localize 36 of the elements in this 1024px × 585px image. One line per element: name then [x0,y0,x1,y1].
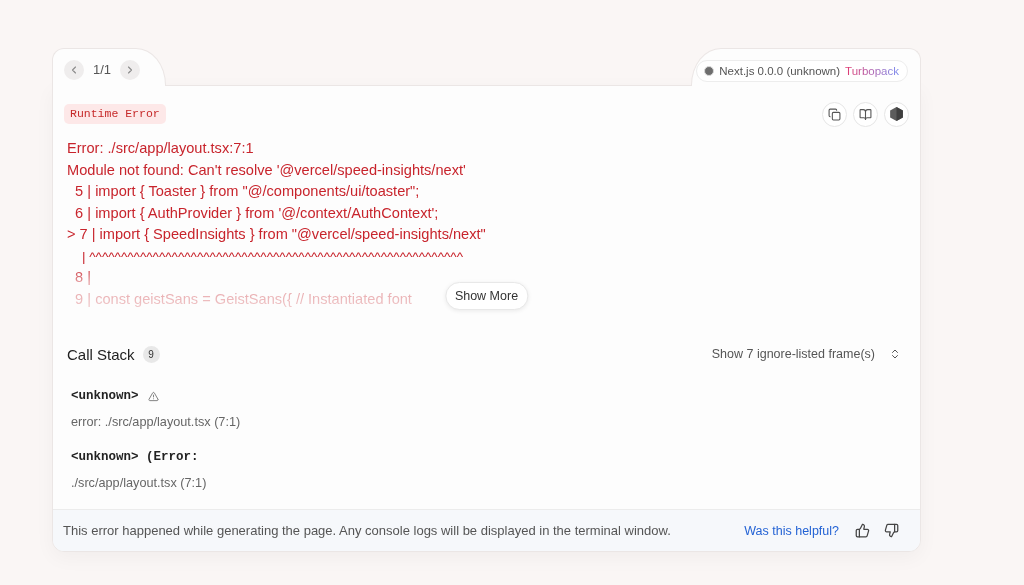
thumbs-down-button[interactable] [882,521,901,540]
call-stack-title: Call Stack [67,345,135,363]
book-icon [859,107,872,121]
frame-count-badge: 9 [142,345,160,363]
footer-note: This error happened while generating the page. Any console logs will be displayed in the terminal window. [63,523,671,538]
code-line: 8 | [74,268,92,287]
copy-button[interactable] [822,101,847,127]
thumbs-down-icon [884,523,899,538]
pager-count: 1/1 [93,61,112,79]
previous-button[interactable] [64,60,84,80]
status-dot-icon [704,66,715,76]
hexagon-button[interactable] [884,101,909,127]
frame-name: <unknown> [71,388,139,405]
code-line: 5 | import { Toaster } from "@/components/ui/toaster"; [74,182,420,201]
code-line: > 7 | import { SpeedInsights } from "@vercel/speed-insights/next" [67,225,486,244]
error-message: Module not found: Can't resolve '@vercel/speed-insights/next' [67,160,466,180]
thumbs-up-button[interactable] [853,521,872,540]
thumbs-up-icon [855,523,870,538]
code-line: 6 | import { AuthProvider } from '@/context/AuthContext'; [74,203,439,223]
docs-button[interactable] [853,101,878,127]
chevron-up-down-icon [889,348,901,360]
hexagon-icon [890,107,903,121]
feedback-prompt: Was this helpful? [744,523,839,538]
code-line: 9 | const geistSans = GeistSans({ // Instantiated font [74,289,412,309]
ignore-listed-toggle[interactable]: Show 7 ignore-listed frame(s) [711,347,901,361]
frame-name: <unknown> (Error: [71,449,199,466]
code-line: | ^^^^^^^^^^^^^^^^^^^^^^^^^^^^^^^^^^^^^^^^^^^^^^^^^^^^^^^^^^^ [81,247,463,266]
frame-location: ./src/app/layout.tsx (7:1) [71,475,207,492]
version-label: Next.js 0.0.0 (unknown) [719,65,841,77]
show-more-button[interactable]: Show More [444,282,529,310]
error-type-badge: Runtime Error [64,104,166,124]
error-title: Error: ./src/app/layout.tsx:7:1 [67,139,254,158]
copy-icon [828,107,841,121]
bundler-label: Turbopack [845,65,899,77]
next-button[interactable] [120,60,141,80]
frame-location: error: ./src/app/layout.tsx (7:1) [71,414,241,431]
